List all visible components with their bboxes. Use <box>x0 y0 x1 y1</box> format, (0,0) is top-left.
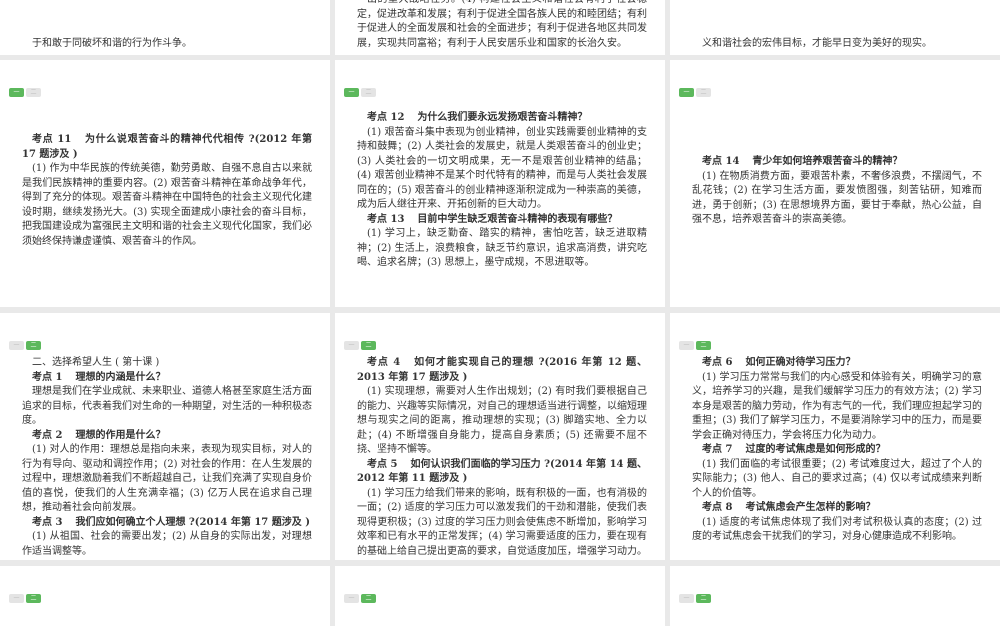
answer-text: (1) 学习压力给我们带来的影响，既有积极的一面，也有消极的一面；(2) 适度的… <box>357 487 647 557</box>
topic-question: 如何认识我们面临的学习压力 ?(2014 年第 14 题、2012 年第 11 … <box>357 458 647 485</box>
slide-content: 考点 14 青少年如何培养艰苦奋斗的精神？ (1) 在物质消费方面，要艰苦朴素，不奢… <box>692 155 982 228</box>
answer-text: 出的重大战略任务。(4) 构建社会主义和谐社会有利于社会稳定，促进改革和发展；有… <box>357 0 647 49</box>
topic-number: 考点 6 <box>702 357 733 368</box>
slide-content: 考点 4 如何才能实现自己的理想 ?(2016 年第 12 题、2013 年第 1… <box>357 356 647 559</box>
topic-heading: 考点 12 为什么我们要永远发扬艰苦奋斗精神？ <box>357 111 647 126</box>
slide-thumbnail[interactable]: 一二考点 14 青少年如何培养艰苦奋斗的精神？ (1) 在物质消费方面，要艰苦朴素，… <box>670 60 1000 307</box>
section-tab-button[interactable]: 一 <box>679 88 694 97</box>
topic-number: 考点 3 <box>32 516 63 528</box>
section-tab-button[interactable]: 二 <box>26 594 41 603</box>
topic-number: 考点 14 <box>702 156 740 167</box>
section-tab-button[interactable]: 二 <box>26 341 41 350</box>
section-tab-button[interactable]: 一 <box>679 341 694 350</box>
section-tab-button[interactable]: 一 <box>679 594 694 603</box>
answer-text: (1) 艰苦奋斗集中表现为创业精神，创业实践需要创业精神的支持和鼓舞；(2) 人… <box>357 126 647 211</box>
slide-thumbnail[interactable]: 义和谐社会的宏伟目标，才能早日变为美好的现实。 <box>670 0 1000 55</box>
topic-heading: 考点 1 理想的内涵是什么？ <box>22 371 312 386</box>
slide-thumbnail[interactable]: 一二考点 11 为什么说艰苦奋斗的精神代代相传 ?(2012 年第 17 题涉及 … <box>0 60 330 307</box>
answer-text: (1) 学习上，缺乏勤奋、踏实的精神，害怕吃苦，缺乏进取精神；(2) 生活上，浪… <box>357 228 647 268</box>
slide-content: 出的重大战略任务。(4) 构建社会主义和谐社会有利于社会稳定，促进改革和发展；有… <box>357 0 647 51</box>
answer-text: (1) 我们面临的考试很重要；(2) 考试难度过大，超过了个人的实际能力；(3)… <box>692 458 982 499</box>
section-tab-button[interactable]: 一 <box>9 88 24 97</box>
answer-text: 义和谐社会的宏伟目标，才能早日变为美好的现实。 <box>702 37 932 49</box>
answer-text: (1) 作为中华民族的传统美德，勤劳勇敢、自强不息自古以来就是我们民族精神的重要… <box>22 163 312 247</box>
section-tabs: 一二 <box>9 88 41 97</box>
section-tab-button[interactable]: 一 <box>344 88 359 97</box>
answer-text: (1) 在物质消费方面，要艰苦朴素，不奢侈浪费，不摆阔气，不乱花钱；(2) 在学… <box>692 170 982 226</box>
topic-heading: 考点 11 为什么说艰苦奋斗的精神代代相传 ?(2012 年第 17 题涉及 ) <box>22 133 312 162</box>
topic-heading: 考点 2 理想的作用是什么？ <box>22 429 312 444</box>
topic-heading: 考点 3 我们应如何确立个人理想 ?(2014 年第 17 题涉及 ) <box>22 516 312 531</box>
topic-question: 考试焦虑会产生怎样的影响？ <box>745 502 876 513</box>
answer-text: (1) 对人的作用：理想总是指向未来，表现为现实目标，对人的行为有导向、驱动和调… <box>22 444 312 513</box>
section-title: 二、选择希望人生 ( 第十课 ) <box>32 357 160 368</box>
topic-number: 考点 7 <box>702 444 733 455</box>
topic-heading: 考点 13 目前中学生缺乏艰苦奋斗精神的表现有哪些？ <box>357 213 647 228</box>
topic-question: 如何才能实现自己的理想 ?(2016 年第 12 题、2013 年第 17 题涉… <box>357 357 647 383</box>
topic-question: 我们应如何确立个人理想 ?(2014 年第 17 题涉及 ) <box>75 516 310 528</box>
topic-heading: 考点 6 如何正确对待学习压力？ <box>692 356 982 371</box>
slide-thumbnail[interactable]: 出的重大战略任务。(4) 构建社会主义和谐社会有利于社会稳定，促进改革和发展；有… <box>335 0 665 55</box>
slide-content: 二、选择希望人生 ( 第十课 ) 考点 1 理想的内涵是什么？ 理想是我们在学业成就、… <box>22 356 312 559</box>
slide-thumbnail[interactable]: 一二 <box>0 566 330 626</box>
slide-thumbnail[interactable]: 一二 <box>335 566 665 626</box>
section-tab-button[interactable]: 一 <box>9 594 24 603</box>
slide-content: 考点 6 如何正确对待学习压力？ (1) 学习压力常常与我们的内心感受和体验有关，明… <box>692 356 982 545</box>
topic-question: 目前中学生缺乏艰苦奋斗精神的表现有哪些？ <box>417 213 618 225</box>
topic-question: 理想的作用是什么？ <box>75 429 166 441</box>
section-tab-button[interactable]: 一 <box>9 341 24 350</box>
topic-question: 过度的考试焦虑是如何形成的？ <box>745 444 886 455</box>
answer-text: (1) 学习压力常常与我们的内心感受和体验有关，明确学习的意义，培养学习的兴趣，… <box>692 371 982 441</box>
topic-number: 考点 12 <box>367 112 405 123</box>
topic-question: 青少年如何培养艰苦奋斗的精神？ <box>752 156 903 167</box>
topic-question: 如何正确对待学习压力？ <box>745 357 856 368</box>
section-tab-button[interactable]: 一 <box>344 341 359 350</box>
section-tab-button[interactable]: 二 <box>696 88 711 97</box>
slide-thumbnail[interactable]: 一二 <box>670 566 1000 626</box>
answer-text: (1) 从祖国、社会的需要出发；(2) 从自身的实际出发，对理想作适当调整等。 <box>22 531 312 557</box>
topic-heading: 考点 8 考试焦虑会产生怎样的影响？ <box>692 501 982 516</box>
topic-heading: 考点 5 如何认识我们面临的学习压力 ?(2014 年第 14 题、2012 年第… <box>357 458 647 487</box>
topic-heading: 考点 7 过度的考试焦虑是如何形成的？ <box>692 443 982 458</box>
section-tab-button[interactable]: 一 <box>344 594 359 603</box>
topic-number: 考点 13 <box>367 213 405 225</box>
section-tab-button[interactable]: 二 <box>26 88 41 97</box>
section-tabs: 一二 <box>344 594 376 603</box>
section-tab-button[interactable]: 二 <box>696 594 711 603</box>
section-tabs: 一二 <box>344 341 376 350</box>
slide-thumbnail[interactable]: 一二考点 4 如何才能实现自己的理想 ?(2016 年第 12 题、2013 年第… <box>335 313 665 560</box>
topic-number: 考点 11 <box>32 134 72 145</box>
topic-number: 考点 1 <box>32 371 63 383</box>
section-tab-button[interactable]: 二 <box>361 594 376 603</box>
section-tab-button[interactable]: 二 <box>696 341 711 350</box>
section-tabs: 一二 <box>9 594 41 603</box>
answer-text: 理想是我们在学业成就、未来职业、道德人格甚至家庭生活方面追求的目标，代表着我们对… <box>22 386 312 426</box>
section-tabs: 一二 <box>679 594 711 603</box>
slide-thumbnail[interactable]: 于和敢于同破坏和谐的行为作斗争。 <box>0 0 330 55</box>
section-tab-button[interactable]: 二 <box>361 88 376 97</box>
section-tabs: 一二 <box>679 88 711 97</box>
slide-content: 考点 12 为什么我们要永远发扬艰苦奋斗精神？ (1) 艰苦奋斗集中表现为创业精神，… <box>357 111 647 271</box>
slide-thumbnail[interactable]: 一二考点 12 为什么我们要永远发扬艰苦奋斗精神？ (1) 艰苦奋斗集中表现为创业精… <box>335 60 665 307</box>
topic-number: 考点 2 <box>32 429 63 441</box>
answer-text: (1) 适度的考试焦虑体现了我们对考试积极认真的态度；(2) 过度的考试焦虑会干… <box>692 516 982 543</box>
section-tabs: 一二 <box>344 88 376 97</box>
topic-number: 考点 8 <box>702 502 733 513</box>
slide-content: 义和谐社会的宏伟目标，才能早日变为美好的现实。 <box>692 37 982 52</box>
topic-question: 为什么我们要永远发扬艰苦奋斗精神？ <box>417 112 588 123</box>
slide-content: 考点 11 为什么说艰苦奋斗的精神代代相传 ?(2012 年第 17 题涉及 )(… <box>22 133 312 249</box>
slide-content: 于和敢于同破坏和谐的行为作斗争。 <box>22 37 312 52</box>
section-tab-button[interactable]: 二 <box>361 341 376 350</box>
section-tabs: 一二 <box>679 341 711 350</box>
topic-question: 理想的内涵是什么？ <box>75 371 166 383</box>
slide-thumbnail[interactable]: 一二二、选择希望人生 ( 第十课 ) 考点 1 理想的内涵是什么？ 理想是我们在学业成… <box>0 313 330 560</box>
section-tabs: 一二 <box>9 341 41 350</box>
topic-heading: 考点 14 青少年如何培养艰苦奋斗的精神？ <box>692 155 982 170</box>
slide-thumbnail[interactable]: 一二考点 6 如何正确对待学习压力？ (1) 学习压力常常与我们的内心感受和体验有关… <box>670 313 1000 560</box>
topic-number: 考点 5 <box>367 458 398 470</box>
answer-text: (1) 实现理想，需要对人生作出规划；(2) 有时我们要根据自己的能力、兴趣等实… <box>357 386 647 455</box>
topic-number: 考点 4 <box>367 357 401 368</box>
topic-heading: 考点 4 如何才能实现自己的理想 ?(2016 年第 12 题、2013 年第 1… <box>357 356 647 385</box>
answer-text: 于和敢于同破坏和谐的行为作斗争。 <box>32 37 192 49</box>
